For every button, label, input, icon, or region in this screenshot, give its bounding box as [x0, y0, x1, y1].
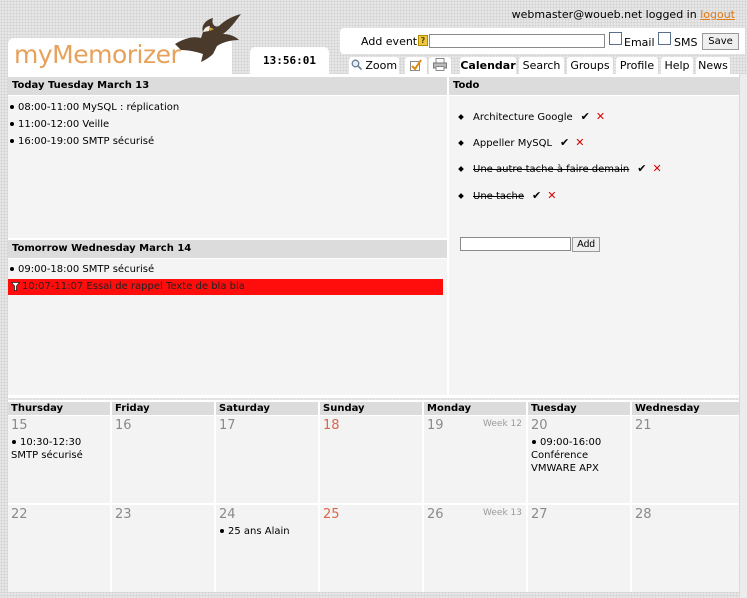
day-header: Saturday: [216, 402, 318, 415]
delete-icon[interactable]: ✕: [652, 162, 661, 175]
todo-item: Une tache ✔ ✕: [458, 189, 556, 202]
reminder-row[interactable]: 10:07-11:07 Essai de rappel Texte de bla…: [8, 279, 443, 295]
reminder-text: 10:07-11:07 Essai de rappel Texte de bla…: [22, 281, 245, 292]
todo-list: Architecture Google ✔ ✕ Appeller MySQL ✔ ✕ U…: [449, 96, 739, 395]
tab-check[interactable]: [405, 57, 427, 74]
calendar-day[interactable]: 25: [320, 505, 422, 592]
day-header: Friday: [112, 402, 214, 415]
week-number: Week 13: [483, 508, 522, 518]
tab-zoom[interactable]: Zoom: [349, 57, 399, 74]
add-event-bar: Add event ? Email SMS Save: [340, 28, 745, 54]
calendar-day[interactable]: 28: [632, 505, 739, 592]
calendar-day[interactable]: 27: [528, 505, 630, 592]
week-number: Week 12: [483, 419, 522, 429]
magnifier-icon: [351, 59, 362, 71]
tomorrow-events: 09:00-18:00 SMTP sécurisé 10:07-11:07 Es…: [8, 259, 447, 395]
complete-icon[interactable]: ✔: [532, 189, 541, 202]
today-event[interactable]: 16:00-19:00 SMTP sécurisé: [8, 136, 154, 147]
tab-news[interactable]: News: [696, 57, 730, 74]
help-icon[interactable]: ?: [418, 35, 428, 46]
bullet-icon: [458, 193, 464, 199]
today-event[interactable]: 11:00-12:00 Veille: [8, 119, 109, 130]
tab-profile[interactable]: Profile: [616, 57, 658, 74]
page-edge: [740, 74, 747, 598]
sms-checkbox[interactable]: [658, 32, 671, 45]
bullet-icon: [10, 139, 14, 143]
complete-icon[interactable]: ✔: [637, 162, 646, 175]
tab-search[interactable]: Search: [519, 57, 564, 74]
user-bar: webmaster@woueb.net logged in logout: [512, 8, 735, 21]
todo-item: Architecture Google ✔ ✕: [458, 110, 605, 123]
calendar-event[interactable]: 10:30-12:30 SMTP sécurisé: [11, 436, 111, 462]
tomorrow-title: Tomorrow Wednesday March 14: [8, 240, 447, 258]
complete-icon[interactable]: ✔: [581, 110, 590, 123]
calendar-day[interactable]: 24 25 ans Alain: [216, 505, 318, 592]
todo-add-button[interactable]: Add: [572, 237, 600, 252]
main-panel: Today Tuesday March 13 08:00-11:00 MySQL…: [8, 74, 739, 398]
calendar-day[interactable]: 19 Week 12: [424, 416, 526, 503]
tab-print[interactable]: [429, 57, 451, 74]
today-events: 08:00-11:00 MySQL : réplication 11:00-12…: [8, 96, 447, 238]
add-event-label: Add event: [361, 35, 418, 48]
tab-help[interactable]: Help: [661, 57, 693, 74]
email-checkbox[interactable]: [609, 32, 622, 45]
day-header: Tuesday: [528, 402, 630, 415]
bullet-icon: [10, 105, 14, 109]
sms-label: SMS: [674, 36, 698, 49]
calendar-day[interactable]: 26 Week 13: [424, 505, 526, 592]
todo-item: Appeller MySQL ✔ ✕: [458, 136, 584, 149]
day-header: Thursday: [8, 402, 110, 415]
clock: 13:56:01: [250, 47, 329, 74]
calendar-day[interactable]: 20 09:00-16:00 Conférence VMWARE APX: [528, 416, 630, 503]
tab-zoom-label: Zoom: [365, 59, 398, 72]
bullet-icon: [10, 122, 14, 126]
today-title: Today Tuesday March 13: [8, 77, 447, 95]
save-button[interactable]: Save: [702, 33, 739, 50]
calendar-day[interactable]: 23: [112, 505, 214, 592]
user-email: webmaster@woueb.net: [511, 8, 643, 21]
bullet-icon: [12, 440, 16, 444]
day-header: Sunday: [320, 402, 422, 415]
eagle-logo-icon: [175, 14, 241, 62]
calendar-day[interactable]: 22: [8, 505, 110, 592]
today-event[interactable]: 08:00-11:00 MySQL : réplication: [8, 102, 179, 113]
todo-item: Une autre tache à faire demain ✔ ✕: [458, 162, 662, 175]
bullet-icon: [532, 440, 536, 444]
todo-title: Todo: [449, 77, 739, 95]
logo[interactable]: myMemorizer: [8, 14, 241, 74]
bullet-icon: [458, 114, 464, 120]
delete-icon[interactable]: ✕: [547, 189, 556, 202]
bullet-icon: [220, 529, 224, 533]
calendar-day[interactable]: 16: [112, 416, 214, 503]
calendar-day[interactable]: 15 10:30-12:30 SMTP sécurisé: [8, 416, 110, 503]
delete-icon[interactable]: ✕: [596, 110, 605, 123]
calendar-day[interactable]: 21: [632, 416, 739, 503]
delete-icon[interactable]: ✕: [575, 136, 584, 149]
todo-input[interactable]: [460, 237, 571, 251]
calendar-day[interactable]: 17: [216, 416, 318, 503]
bullet-icon: [10, 267, 14, 271]
bullet-icon: [458, 140, 464, 146]
calendar-event[interactable]: 09:00-16:00 Conférence VMWARE APX: [531, 436, 629, 475]
day-header: Wednesday: [632, 402, 739, 415]
day-header: Monday: [424, 402, 526, 415]
tab-groups[interactable]: Groups: [567, 57, 613, 74]
logged-in-text: logged in: [645, 8, 697, 21]
logout-link[interactable]: logout: [700, 8, 735, 21]
bullet-icon: [458, 166, 464, 172]
tab-calendar[interactable]: Calendar: [460, 57, 516, 74]
calendar-day[interactable]: 18: [320, 416, 422, 503]
calendar-grid: Thursday Friday Saturday Sunday Monday T…: [8, 400, 739, 592]
checkmark-icon: [410, 59, 422, 71]
add-event-input[interactable]: [429, 34, 605, 48]
complete-icon[interactable]: ✔: [560, 136, 569, 149]
logo-text: myMemorizer: [14, 40, 181, 69]
reminder-icon: [11, 282, 20, 291]
printer-icon: [433, 58, 447, 71]
calendar-event[interactable]: 25 ans Alain: [219, 525, 319, 538]
tomorrow-event[interactable]: 09:00-18:00 SMTP sécurisé: [8, 264, 154, 275]
email-label: Email: [624, 36, 655, 49]
